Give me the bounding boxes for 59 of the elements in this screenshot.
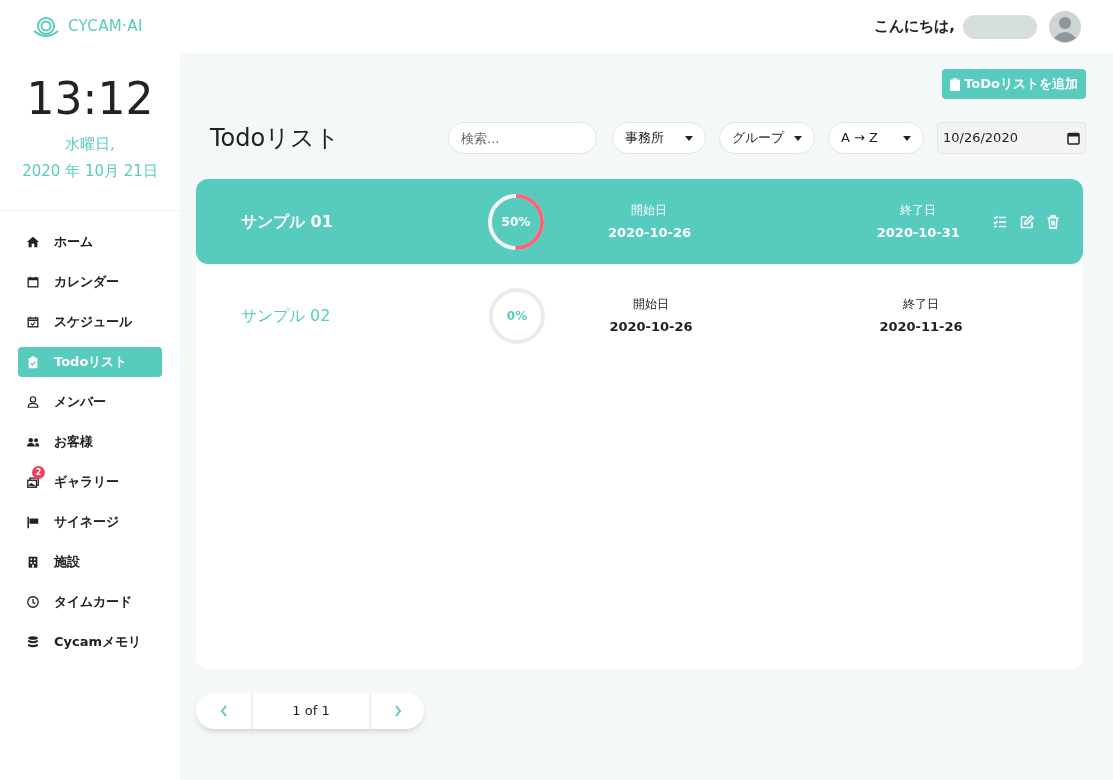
todo-name: サンプル 02 (241, 305, 332, 327)
clipboard-icon (950, 77, 961, 91)
weekday: 水曜日, (65, 134, 115, 155)
clock-icon (26, 595, 40, 609)
sidebar-item[interactable]: ホーム (18, 227, 162, 257)
date-label: 終了日 (900, 201, 937, 219)
trash-icon[interactable] (1047, 214, 1059, 229)
sidebar-item[interactable]: Cycamメモリ (18, 627, 162, 657)
clipboard-icon (26, 355, 40, 369)
date-value: 2020-10-26 (609, 318, 693, 337)
clock-time: 13:12 (26, 77, 154, 121)
users-icon (26, 435, 40, 449)
logo-icon (32, 14, 60, 39)
calendar-icon (1067, 131, 1080, 145)
sidebar-item[interactable]: スケジュール (18, 307, 162, 337)
chevron-left-icon (219, 705, 228, 717)
database-icon (26, 635, 40, 649)
caret-icon (903, 135, 911, 141)
progress-percent: 0% (506, 308, 528, 325)
page-title: Todoリスト (210, 123, 341, 154)
avatar[interactable] (1049, 10, 1081, 43)
date-label: 開始日 (633, 296, 669, 314)
todo-name: サンプル 01 (241, 210, 334, 233)
sidebar-item[interactable]: お客様 (18, 427, 162, 457)
flag-icon (26, 515, 40, 529)
calendar-icon (26, 275, 40, 289)
calendar-check-icon (26, 315, 40, 329)
date-value: 2020-10-26 (607, 223, 692, 242)
user-icon (26, 395, 40, 409)
chevron-right-icon (393, 705, 402, 717)
progress-ring (485, 191, 546, 252)
notification-badge: 2 (32, 466, 45, 479)
date-value: 2020-11-26 (879, 318, 963, 337)
sidebar-item[interactable]: カレンダー (18, 267, 162, 297)
sidebar-item[interactable]: メンバー (18, 387, 162, 417)
logo-text: CYCAM·AI (68, 16, 143, 38)
caret-icon (794, 135, 802, 141)
filter-dropdown[interactable]: グループ (719, 122, 815, 154)
date: 2020 年 10月 21日 (22, 160, 158, 182)
building-icon (26, 555, 40, 569)
greeting: こんにちは, (874, 16, 955, 38)
caret-icon (685, 135, 693, 141)
sidebar-item[interactable]: サイネージ (18, 507, 162, 537)
date-label: 開始日 (631, 201, 668, 219)
date-value: 2020-10-31 (876, 223, 960, 242)
filter-dropdown[interactable]: 事務所 (612, 122, 706, 154)
date-field[interactable]: 10/26/2020 (937, 122, 1086, 154)
page-indicator: 1 of 1 (291, 702, 331, 721)
edit-icon[interactable] (1020, 214, 1034, 229)
sidebar-item[interactable]: 施設 (18, 547, 162, 577)
progress-percent: 50% (501, 213, 531, 231)
search-field[interactable]: 検索... (448, 122, 597, 154)
list-check-icon[interactable] (993, 215, 1007, 228)
sidebar-item[interactable]: タイムカード (18, 587, 162, 617)
sidebar-item[interactable]: 2 ギャラリー (18, 467, 162, 497)
date-label: 終了日 (903, 296, 939, 314)
home-icon (26, 235, 40, 249)
filter-dropdown[interactable]: A → Z (828, 122, 924, 154)
images-icon (26, 475, 40, 489)
